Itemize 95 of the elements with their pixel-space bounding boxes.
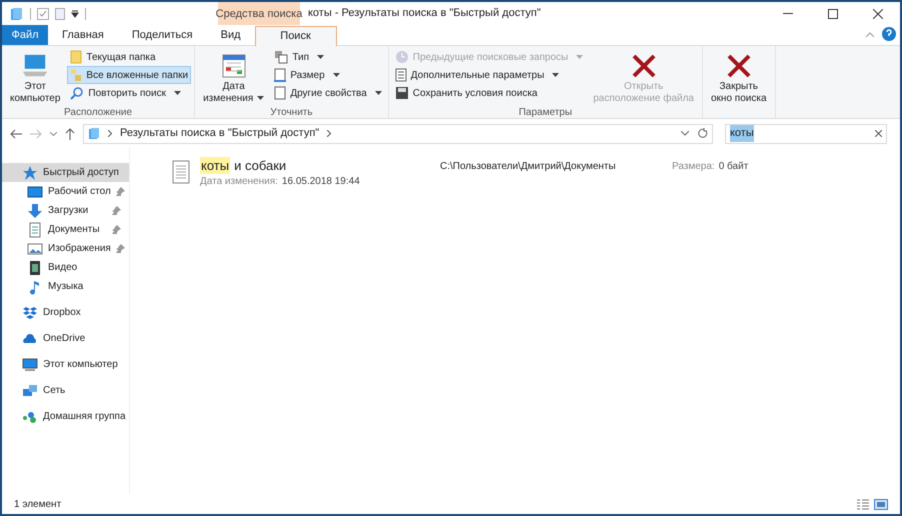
document-icon	[274, 86, 286, 100]
folders-icon	[70, 68, 82, 82]
maximize-icon	[828, 8, 838, 18]
dropdown-icon[interactable]	[71, 10, 79, 18]
document-icon	[274, 68, 286, 82]
size-value: 0 байт	[718, 160, 748, 174]
clear-icon[interactable]	[875, 130, 882, 137]
search-match: коты	[200, 157, 230, 174]
caret-icon	[576, 55, 584, 59]
checkmark-icon[interactable]	[37, 8, 49, 20]
group-label: Уточнить	[269, 106, 314, 120]
nav-item[interactable]: Музыка	[2, 277, 129, 296]
star-icon	[22, 164, 38, 180]
nav-item[interactable]: Быстрый доступ	[2, 163, 129, 182]
ribbon-tab[interactable]: Главная	[48, 25, 118, 45]
caret-icon	[552, 73, 560, 77]
thumbnail-view-icon[interactable]	[874, 498, 888, 510]
file-tab[interactable]: Файл	[2, 25, 48, 45]
nav-item[interactable]: OneDrive	[2, 329, 129, 348]
date-value: 16.05.2018 19:44	[282, 175, 360, 189]
nav-item[interactable]: Dropbox	[2, 303, 129, 322]
nav-item[interactable]: Документы	[2, 220, 129, 239]
chevron-up-icon[interactable]	[866, 32, 874, 37]
box-icon	[22, 304, 38, 320]
ribbon-button[interactable]: Дата изменения	[198, 48, 270, 106]
ribbon-tab[interactable]: Поделиться	[118, 25, 207, 45]
search-icon	[70, 86, 84, 100]
list-icon	[394, 68, 407, 82]
caret-icon	[174, 91, 181, 95]
text-file-icon	[172, 160, 192, 184]
close-icon	[872, 8, 882, 18]
history-icon	[394, 50, 409, 64]
caret-icon	[332, 73, 340, 77]
chevron-down-icon[interactable]	[50, 132, 57, 136]
ribbon-button[interactable]: Дополнительные параметры	[392, 66, 586, 84]
folder-icon	[10, 6, 24, 20]
monitor-icon	[27, 184, 43, 200]
film-icon	[27, 260, 43, 276]
close-icon	[630, 53, 657, 79]
details-view-icon[interactable]	[856, 498, 870, 510]
network-icon	[22, 382, 38, 398]
address-path: Результаты поиска в "Быстрый доступ"	[120, 126, 320, 142]
image-icon	[27, 240, 43, 256]
file-name: и собаки	[234, 157, 286, 174]
nav-item[interactable]: Этот компьютер	[2, 355, 129, 374]
nav-item[interactable]: Рабочий стол	[2, 182, 129, 201]
nav-item[interactable]: Домашняя группа	[2, 407, 129, 426]
address-bar[interactable]: Результаты поиска в "Быстрый доступ"	[83, 124, 713, 144]
ribbon-button[interactable]: Размер	[271, 66, 385, 84]
ribbon-button[interactable]: Текущая папка	[67, 48, 192, 66]
save-icon	[394, 86, 409, 100]
search-text: коты	[730, 125, 754, 142]
refresh-icon[interactable]	[697, 128, 708, 139]
back-arrow-icon[interactable]	[10, 128, 22, 138]
ribbon-button[interactable]: Все вложенные папки	[67, 66, 192, 84]
context-tab-header: Средства поиска	[218, 2, 300, 25]
ribbon-button[interactable]: Повторить поиск	[67, 84, 192, 102]
computer-icon	[22, 356, 38, 372]
help-icon[interactable]	[882, 27, 896, 41]
size-label: Размера:	[672, 160, 715, 174]
nav-item[interactable]: Изображения	[2, 239, 129, 258]
caret-icon	[257, 96, 264, 100]
chevron-right-icon	[327, 130, 332, 137]
nav-item[interactable]: Видео	[2, 258, 129, 277]
nav-item[interactable]: Сеть	[2, 381, 129, 400]
caret-icon	[316, 55, 324, 59]
result-item[interactable]: коты и собаки Дата изменения: 16.05.2018 19:44 C:\Пользователи\Дмитрий\Документы Размера: 0 байт	[172, 157, 900, 189]
ribbon-button[interactable]: Тип	[271, 48, 385, 66]
folder-icon	[70, 50, 82, 64]
item-count: 1 элемент	[14, 498, 62, 512]
date-label: Дата изменения:	[200, 175, 278, 189]
ribbon-button[interactable]: Этот компьютер	[5, 48, 66, 106]
page-icon[interactable]	[55, 8, 65, 20]
ribbon-button[interactable]: Другие свойства	[271, 84, 385, 102]
up-arrow-icon[interactable]	[65, 128, 75, 140]
group-label: Расположение	[63, 106, 134, 120]
close-icon	[726, 53, 752, 79]
ribbon-tab[interactable]: Поиск	[254, 26, 337, 46]
ribbon-tab[interactable]: Вид	[206, 25, 255, 45]
minimize-icon	[782, 13, 792, 14]
file-path: C:\Пользователи\Дмитрий\Документы	[440, 160, 617, 174]
chevron-right-icon	[108, 130, 112, 137]
calendar-icon	[220, 53, 247, 79]
group-label: Параметры	[518, 106, 574, 120]
ribbon-button[interactable]: Закрыть окно поиска	[706, 48, 772, 106]
search-field[interactable]: коты	[725, 124, 887, 144]
caret-icon	[374, 91, 382, 95]
window-title: коты - Результаты поиска в "Быстрый доступ"	[307, 6, 542, 22]
folder-icon	[88, 128, 100, 140]
download-arrow-icon	[27, 202, 43, 218]
nav-item[interactable]: Загрузки	[2, 201, 129, 220]
document-icon	[27, 222, 43, 238]
chevron-down-icon[interactable]	[681, 131, 689, 136]
type-icon	[274, 50, 288, 64]
ribbon-button[interactable]: Сохранить условия поиска	[392, 84, 586, 102]
